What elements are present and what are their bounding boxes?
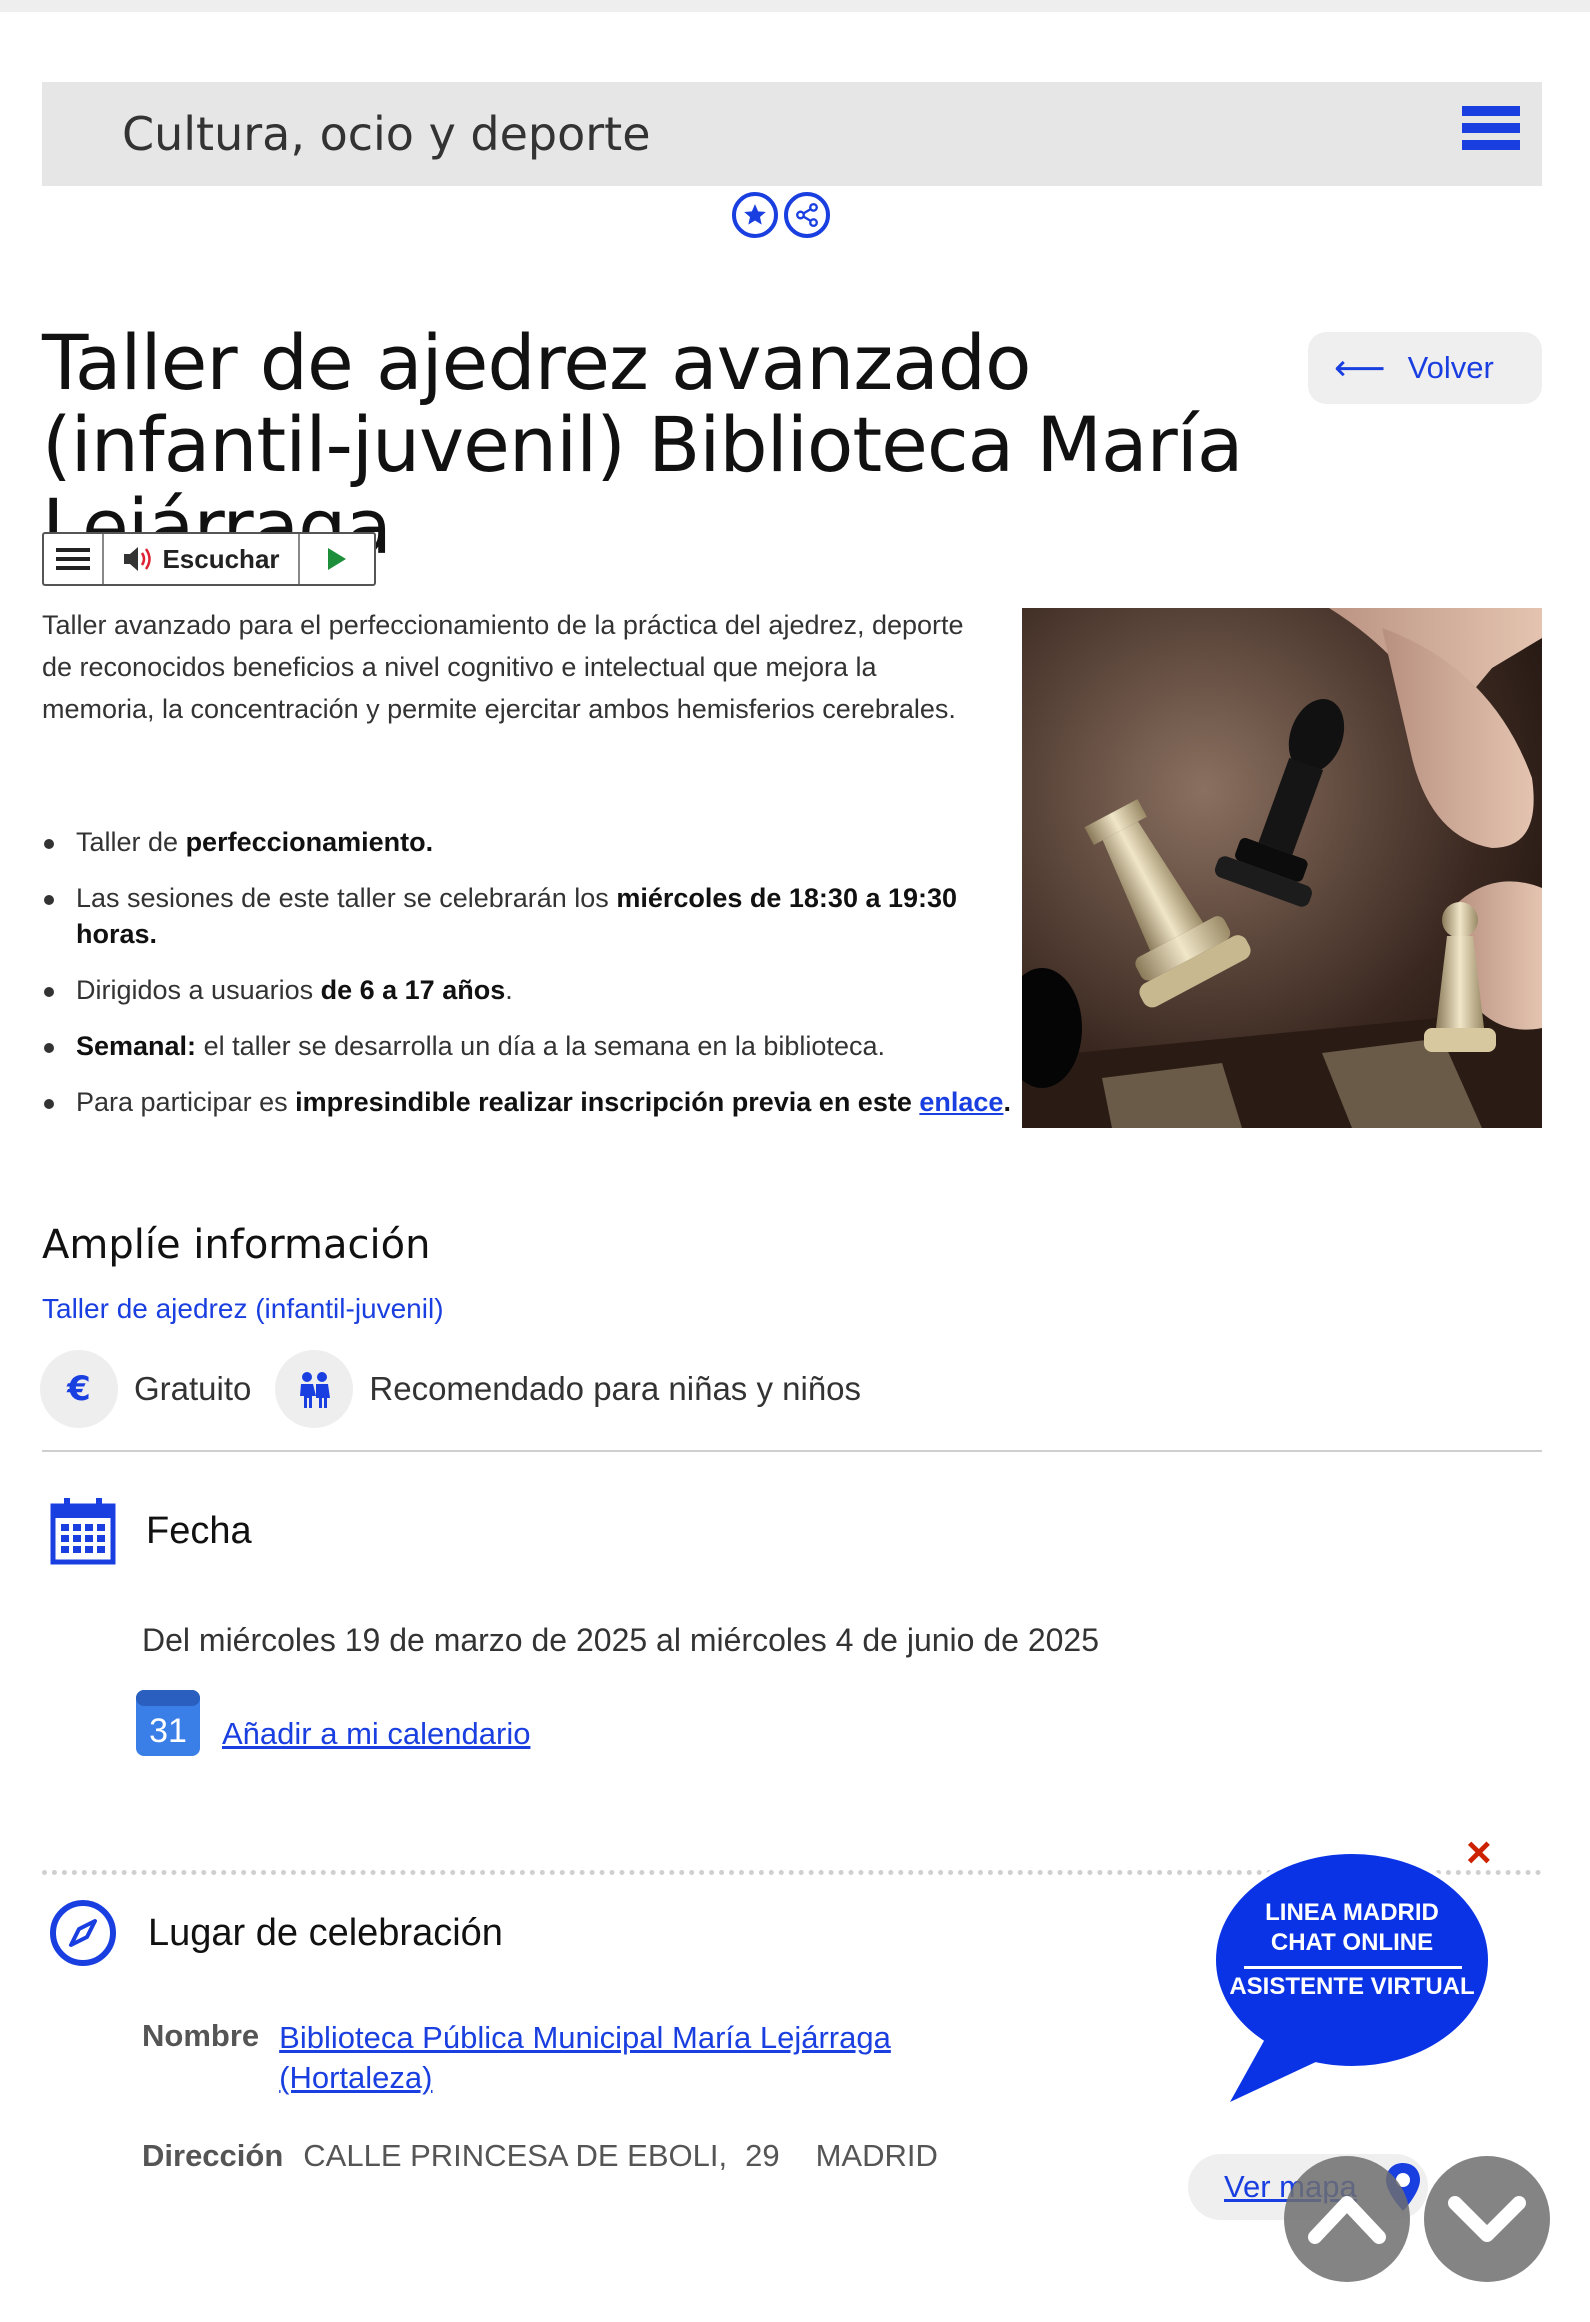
share-icon[interactable] — [784, 192, 830, 238]
divider — [42, 1450, 1542, 1452]
listen-label: Escuchar — [162, 543, 280, 574]
google-calendar-icon[interactable]: 31 — [134, 1688, 202, 1758]
scroll-down-button[interactable] — [1424, 2156, 1550, 2282]
tags-row: € Gratuito Recomendado para niñas y niño… — [40, 1350, 885, 1428]
chat-line-1: LINEA MADRID — [1265, 1899, 1439, 1926]
place-heading: Lugar de celebración — [148, 1911, 503, 1954]
arrow-left-icon: ⟵ — [1334, 347, 1386, 388]
menu-icon[interactable] — [1462, 106, 1520, 162]
more-info-link[interactable]: Taller de ajedrez (infantil-juvenil) — [42, 1293, 444, 1325]
listen-menu-button[interactable] — [44, 534, 104, 584]
library-link[interactable]: Biblioteca Pública Municipal María Lejár… — [279, 2018, 959, 2098]
place-heading-row: Lugar de celebración — [48, 1898, 503, 1968]
speaker-icon — [124, 547, 152, 571]
chat-divider — [1244, 1966, 1462, 1969]
browser-top-strip — [0, 0, 1590, 12]
close-icon[interactable]: × — [1466, 1828, 1492, 1878]
calendar-icon — [50, 1498, 116, 1565]
intro-paragraph: Taller avanzado para el perfeccionamient… — [42, 610, 964, 724]
registration-link[interactable]: enlace — [919, 1087, 1003, 1117]
compass-icon — [50, 1900, 116, 1966]
address-label: Dirección — [142, 2138, 284, 2173]
list-item: Semanal: el taller se desarrolla un día … — [44, 1028, 1036, 1064]
star-icon[interactable] — [732, 192, 778, 238]
place-name-row: Nombre Biblioteca Pública Municipal Marí… — [142, 2018, 959, 2098]
address-number: 29 — [745, 2138, 780, 2173]
chess-photo — [1022, 608, 1542, 1128]
details-list: Taller de perfeccionamiento. Las sesione… — [42, 824, 1036, 1140]
date-heading-row: Fecha — [50, 1496, 252, 1566]
children-icon — [275, 1350, 354, 1428]
name-label: Nombre — [142, 2018, 260, 2053]
tag-label: Gratuito — [134, 1370, 252, 1407]
list-icon — [56, 548, 90, 570]
tag-label: Recomendado para niñas y niños — [369, 1370, 862, 1407]
play-button[interactable] — [300, 534, 374, 584]
add-to-calendar-link[interactable]: Añadir a mi calendario — [222, 1716, 530, 1752]
list-item: Taller de perfeccionamiento. — [44, 824, 1036, 860]
date-heading: Fecha — [146, 1509, 252, 1552]
address-row: Dirección CALLE PRINCESA DE EBOLI, 29 MA… — [142, 2138, 938, 2174]
list-item: Para participar es impresindible realiza… — [44, 1084, 1036, 1120]
chat-line-3: ASISTENTE VIRTUAL — [1229, 1973, 1475, 2000]
listen-button[interactable]: Escuchar — [104, 534, 300, 584]
chat-text: LINEA MADRID CHAT ONLINE ASISTENTE VIRTU… — [1228, 1898, 1476, 2002]
back-label: Volver — [1407, 350, 1494, 385]
chat-line-2: CHAT ONLINE — [1270, 1929, 1434, 1956]
address-city: MADRID — [815, 2138, 938, 2173]
page-actions — [732, 192, 830, 238]
address-street: CALLE PRINCESA DE EBOLI, — [303, 2138, 728, 2173]
back-button[interactable]: ⟵ Volver — [1308, 332, 1542, 404]
scroll-up-button[interactable] — [1284, 2156, 1410, 2282]
section-title[interactable]: Cultura, ocio y deporte — [122, 107, 651, 161]
list-item: Dirigidos a usuarios de 6 a 17 años. — [44, 972, 1036, 1008]
svg-text:31: 31 — [149, 1712, 187, 1750]
list-item: Las sesiones de este taller se celebrará… — [44, 880, 1036, 952]
more-info-title: Amplíe información — [42, 1222, 431, 1268]
listen-widget: Escuchar — [42, 532, 376, 586]
euro-icon: € — [40, 1350, 118, 1428]
date-range: Del miércoles 19 de marzo de 2025 al mié… — [142, 1622, 1099, 1658]
add-calendar-row: 31 Añadir a mi calendario — [134, 1688, 530, 1758]
chevron-down-icon — [1448, 2196, 1526, 2242]
chevron-up-icon — [1308, 2196, 1386, 2244]
section-header-bar: Cultura, ocio y deporte — [42, 82, 1542, 186]
svg-text:€: € — [66, 1369, 91, 1409]
play-icon — [328, 548, 346, 570]
